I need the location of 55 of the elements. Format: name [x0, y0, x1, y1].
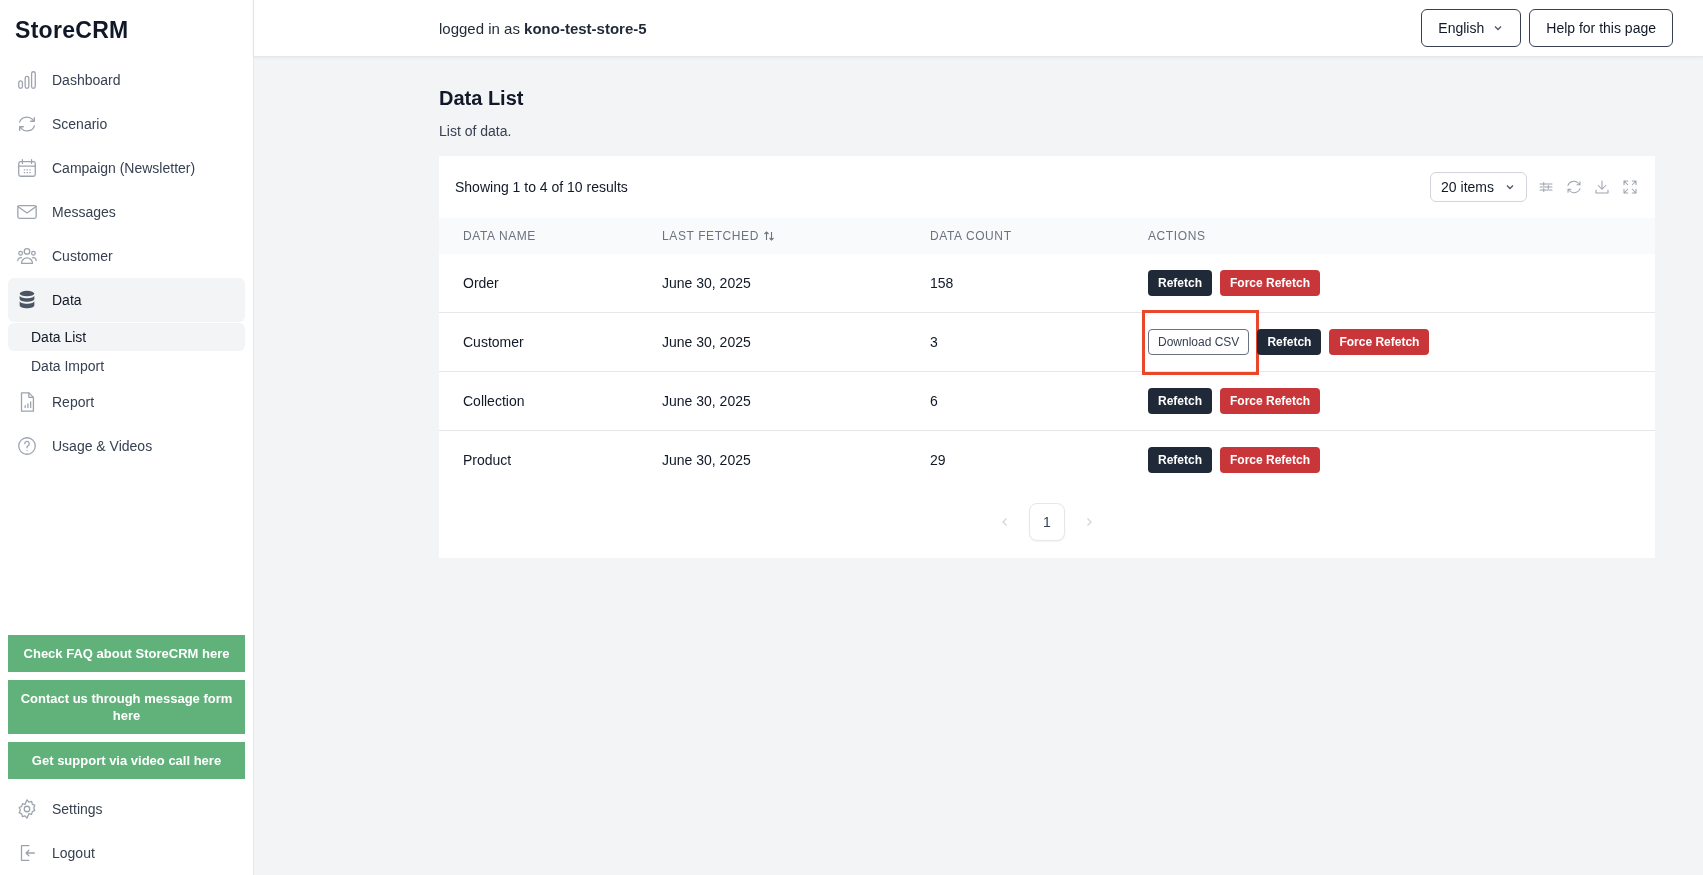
help-button[interactable]: Help for this page — [1529, 9, 1673, 47]
page-button[interactable]: 1 — [1029, 503, 1065, 541]
login-status: logged in as kono-test-store-5 — [439, 19, 647, 37]
table-cell: June 30, 2025 — [638, 254, 906, 313]
sidebar-subitem[interactable]: Data List — [8, 323, 245, 351]
sidebar-item[interactable]: Messages — [8, 190, 245, 234]
table-cell: 3 — [906, 312, 1124, 372]
download-csv-button[interactable]: Download CSV — [1148, 329, 1250, 355]
download-icon — [1593, 178, 1611, 196]
sidebar-item[interactable]: Settings — [8, 787, 245, 831]
sidebar-item[interactable]: Customer — [8, 234, 245, 278]
people-icon — [16, 245, 38, 267]
table-cell: June 30, 2025 — [638, 312, 906, 372]
column-header: DATA NAME — [439, 218, 638, 254]
sidebar-item[interactable]: Data — [8, 278, 245, 322]
table-cell: Product — [439, 430, 638, 489]
force-refetch-button[interactable]: Force Refetch — [1220, 447, 1321, 473]
sidebar-item[interactable]: Logout — [8, 831, 245, 875]
table-cell: Order — [439, 254, 638, 313]
sidebar-item[interactable]: Scenario — [8, 102, 245, 146]
table-cell: June 30, 2025 — [638, 371, 906, 431]
calendar-icon — [16, 157, 38, 179]
fullscreen-icon — [1621, 178, 1639, 196]
table-cell: Collection — [439, 371, 638, 431]
refresh-icon — [1565, 178, 1583, 196]
table-cell: 6 — [906, 371, 1124, 431]
refetch-button[interactable]: Refetch — [1148, 270, 1212, 296]
sidebar-subitem[interactable]: Data Import — [8, 352, 245, 380]
refetch-button[interactable]: Refetch — [1148, 447, 1212, 473]
column-header: ACTIONS — [1124, 218, 1655, 254]
page-title: Data List — [439, 87, 524, 110]
sidebar-item[interactable]: Report — [8, 380, 245, 424]
language-select[interactable]: English — [1421, 9, 1522, 47]
bar-chart-icon — [16, 69, 38, 91]
refetch-button[interactable]: Refetch — [1257, 329, 1322, 355]
force-refetch-button[interactable]: Force Refetch — [1220, 270, 1321, 296]
refetch-button[interactable]: Refetch — [1148, 388, 1212, 414]
sidebar-item[interactable]: Usage & Videos — [8, 424, 245, 468]
force-refetch-button[interactable]: Force Refetch — [1220, 388, 1321, 414]
sidebar-item[interactable]: Dashboard — [8, 58, 245, 102]
question-icon — [16, 435, 38, 457]
page-subtitle: List of data. — [439, 123, 513, 139]
sidebar-item[interactable]: Campaign (Newsletter) — [8, 146, 245, 190]
column-header: DATA COUNT — [906, 218, 1124, 254]
brand-logo[interactable]: StoreCRM — [8, 0, 136, 58]
settings-icon — [16, 798, 38, 820]
table-cell: June 30, 2025 — [638, 430, 906, 489]
force-refetch-button[interactable]: Force Refetch — [1329, 329, 1430, 355]
table-cell: 29 — [906, 430, 1124, 489]
table-cell: Customer — [439, 312, 638, 372]
refresh-icon — [16, 113, 38, 135]
page-size-select[interactable]: 20 items — [1430, 172, 1527, 202]
results-summary: Showing 1 to 4 of 10 results — [455, 179, 628, 195]
table-cell: 158 — [906, 254, 1124, 313]
column-header[interactable]: LAST FETCHED — [638, 218, 906, 254]
